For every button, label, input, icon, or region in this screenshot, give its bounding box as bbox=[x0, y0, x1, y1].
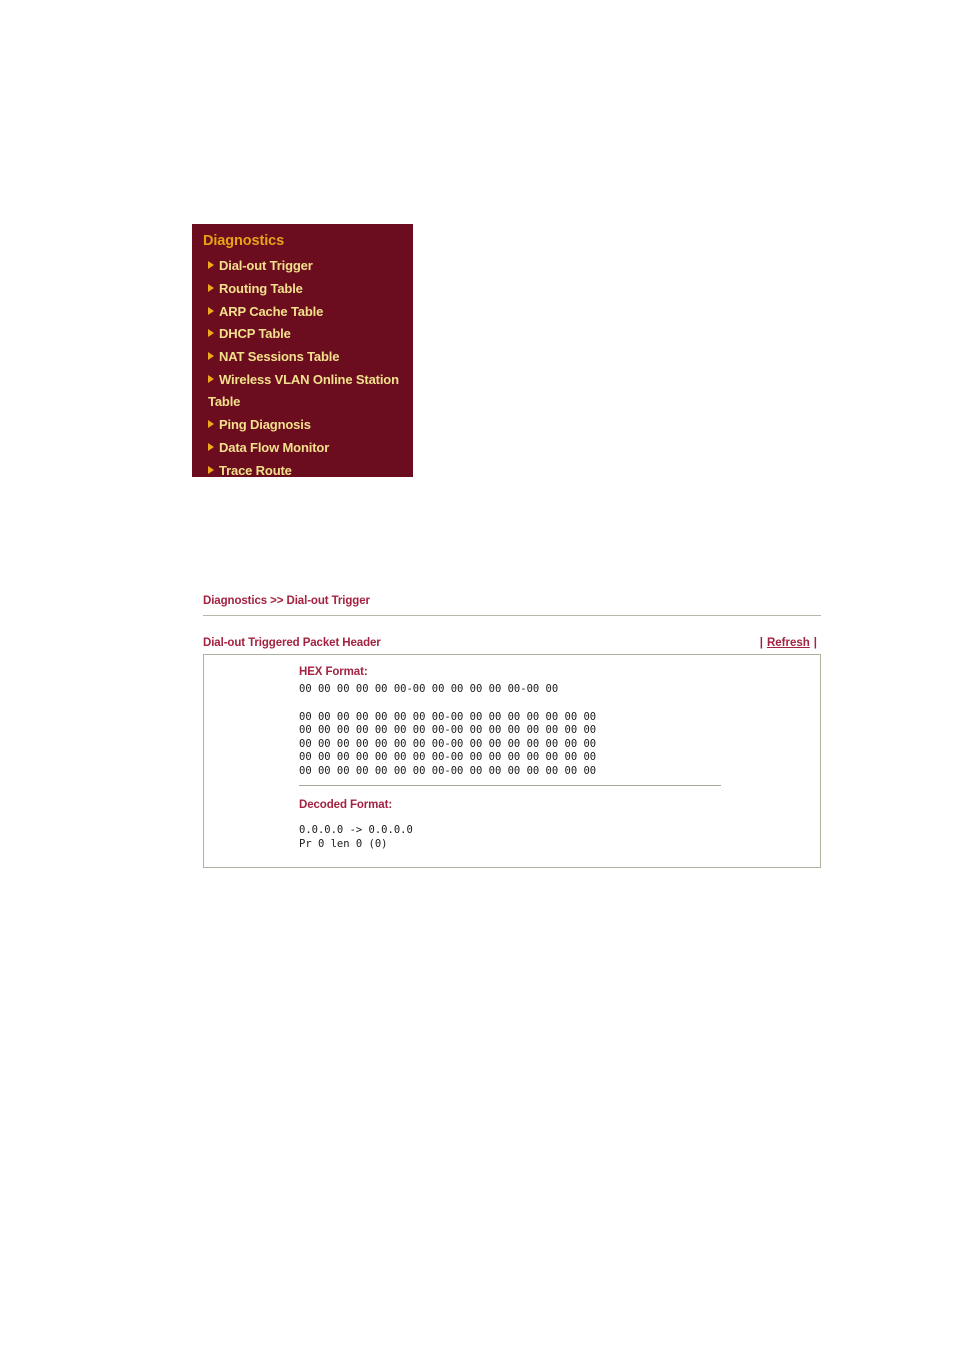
hex-section-divider bbox=[299, 784, 721, 786]
menu-item-trace-route[interactable]: Trace Route bbox=[192, 460, 413, 483]
triangle-right-icon bbox=[208, 261, 214, 269]
menu-item-routing-table[interactable]: Routing Table bbox=[192, 278, 413, 301]
decoded-line-protocol: Pr 0 len 0 (0) bbox=[299, 837, 388, 850]
hex-line: 00 00 00 00 00 00 00 00-00 00 00 00 00 0… bbox=[299, 737, 597, 750]
menu-item-wireless-vlan-online-station-table[interactable]: Wireless VLAN Online Station Table bbox=[192, 369, 413, 414]
breadcrumb: Diagnostics >> Dial-out Trigger bbox=[203, 595, 370, 607]
refresh-link[interactable]: Refresh bbox=[767, 637, 810, 649]
separator-pipe-left: | bbox=[759, 637, 763, 649]
separator-pipe-right: | bbox=[813, 637, 817, 649]
menu-title: Diagnostics bbox=[203, 233, 285, 249]
breadcrumb-divider bbox=[203, 615, 821, 616]
triangle-right-icon bbox=[208, 465, 214, 474]
menu-item-label: Wireless VLAN Online Station Table bbox=[208, 371, 399, 410]
packet-content: HEX Format: 00 00 00 00 00 00-00 00 00 0… bbox=[204, 655, 820, 851]
menu-item-arp-cache-table[interactable]: ARP Cache Table bbox=[192, 301, 413, 324]
menu-item-label: Data Flow Monitor bbox=[219, 439, 330, 455]
triangle-right-icon bbox=[208, 442, 214, 451]
menu-item-ping-diagnosis[interactable]: Ping Diagnosis bbox=[192, 414, 413, 437]
section-actions: | Refresh | bbox=[756, 637, 821, 649]
menu-item-label: Trace Route bbox=[219, 462, 292, 478]
hex-format-heading: HEX Format: bbox=[299, 666, 368, 678]
page-title: Dial-out Triggered Packet Header bbox=[203, 637, 381, 649]
hex-first-line: 00 00 00 00 00 00-00 00 00 00 00 00-00 0… bbox=[299, 683, 559, 695]
triangle-right-icon bbox=[208, 283, 214, 292]
breadcrumb-area: Diagnostics >> Dial-out Trigger bbox=[203, 593, 821, 616]
decoded-format-heading: Decoded Format: bbox=[299, 798, 393, 811]
menu-item-label: ARP Cache Table bbox=[219, 303, 324, 319]
menu-item-data-flow-monitor[interactable]: Data Flow Monitor bbox=[192, 437, 413, 460]
menu-item-dial-out-trigger[interactable]: Dial-out Trigger bbox=[192, 255, 413, 278]
triangle-right-icon bbox=[208, 419, 214, 428]
menu-item-label: NAT Sessions Table bbox=[219, 349, 340, 365]
triangle-right-icon bbox=[208, 352, 214, 361]
packet-header-panel: HEX Format: 00 00 00 00 00 00-00 00 00 0… bbox=[203, 654, 821, 868]
triangle-right-icon bbox=[208, 374, 214, 383]
hex-line: 00 00 00 00 00 00 00 00-00 00 00 00 00 0… bbox=[299, 724, 597, 737]
menu-item-dhcp-table[interactable]: DHCP Table bbox=[192, 323, 413, 346]
hex-line: 00 00 00 00 00 00 00 00-00 00 00 00 00 0… bbox=[299, 751, 597, 764]
menu-item-label: Dial-out Trigger bbox=[219, 258, 313, 273]
decoded-line-addresses: 0.0.0.0 -> 0.0.0.0 bbox=[299, 823, 413, 836]
hex-line: 00 00 00 00 00 00 00 00-00 00 00 00 00 0… bbox=[299, 710, 597, 723]
menu-item-label: Routing Table bbox=[219, 280, 303, 296]
menu-item-nat-sessions-table[interactable]: NAT Sessions Table bbox=[192, 346, 413, 369]
menu-item-label: Ping Diagnosis bbox=[219, 416, 311, 432]
menu-item-label: DHCP Table bbox=[219, 326, 291, 342]
section-header: Dial-out Triggered Packet Header | Refres… bbox=[203, 637, 821, 649]
diagnostics-menu-panel: Diagnostics Dial-out Trigger Routing Tab… bbox=[192, 224, 413, 478]
hex-dump-block: 00 00 00 00 00 00 00 00-00 00 00 00 00 0… bbox=[299, 711, 820, 779]
decoded-block: 0.0.0.0 -> 0.0.0.0 Pr 0 len 0 (0) bbox=[299, 823, 820, 851]
hex-line: 00 00 00 00 00 00 00 00-00 00 00 00 00 0… bbox=[299, 764, 597, 777]
triangle-right-icon bbox=[208, 306, 214, 315]
triangle-right-icon bbox=[208, 329, 214, 338]
